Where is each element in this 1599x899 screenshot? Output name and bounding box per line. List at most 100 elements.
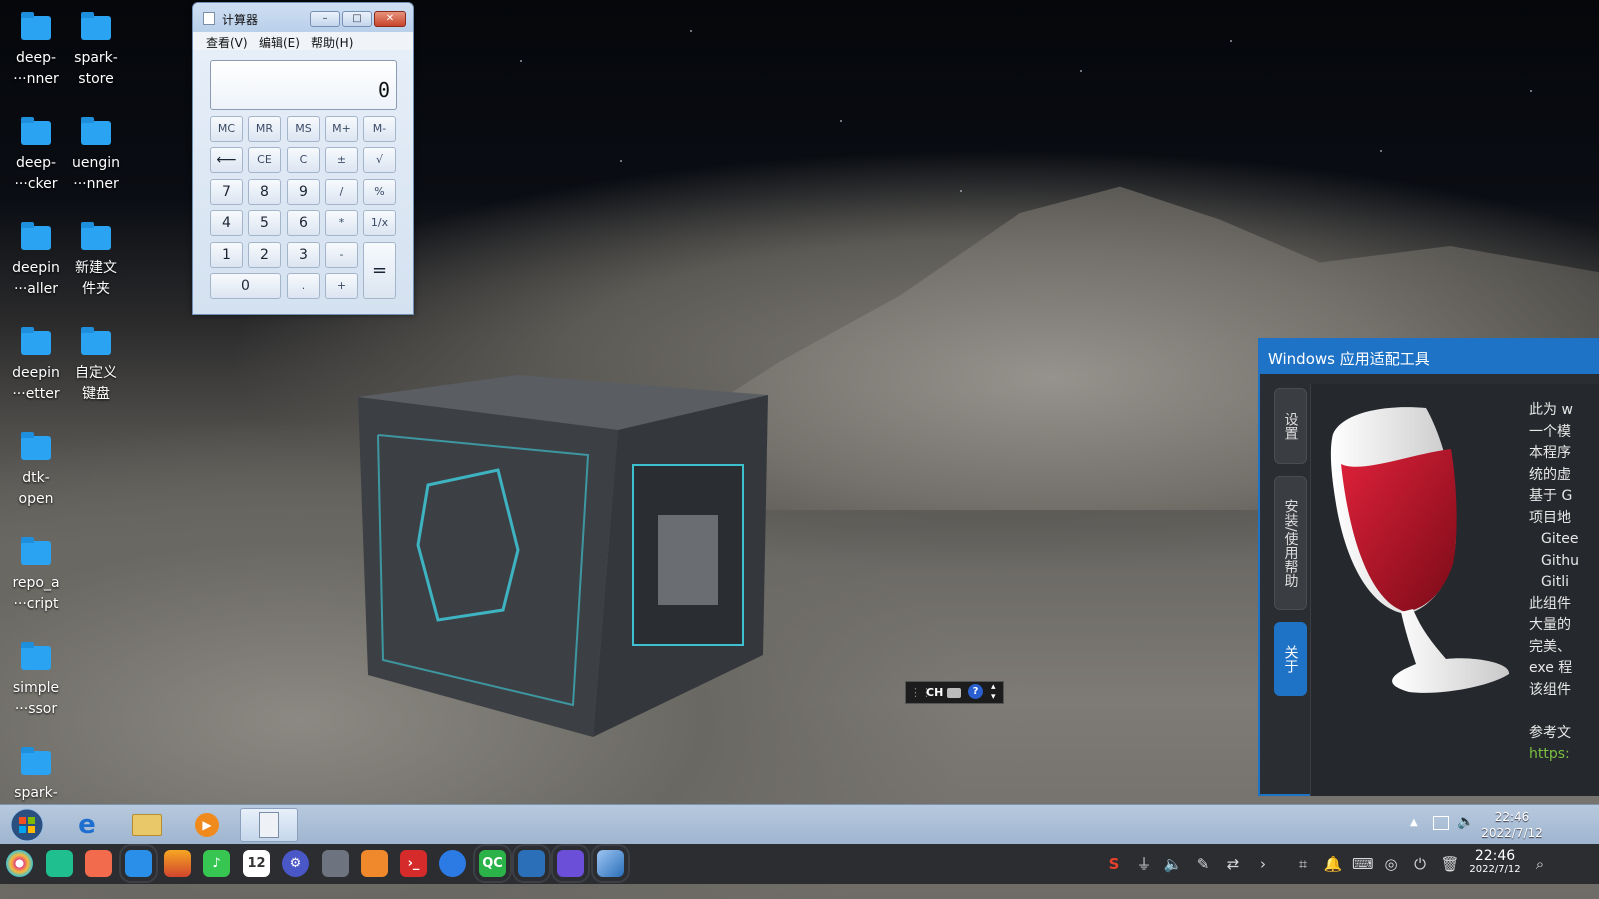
calculator-taskbar-icon[interactable] [240, 808, 298, 842]
system-monitor-icon[interactable] [512, 844, 551, 883]
desktop-icon-repo-script[interactable]: repo_a ···cript [4, 537, 68, 615]
clear-button[interactable]: C [287, 147, 320, 173]
m-minus-button[interactable]: M- [363, 116, 396, 142]
digit-7-button[interactable]: 7 [210, 179, 243, 205]
search-icon[interactable]: ⌕ [1530, 854, 1550, 874]
dock-clock[interactable]: 22:46 2022/7/12 [1462, 848, 1528, 876]
digit-4-button[interactable]: 4 [210, 210, 243, 236]
desktop-icon-spark-store[interactable]: spark- store [64, 12, 128, 90]
plus-minus-button[interactable]: ± [325, 147, 358, 173]
trash-icon[interactable]: 🗑 [1440, 854, 1460, 874]
digit-1-button[interactable]: 1 [210, 242, 243, 268]
search-app-icon[interactable] [551, 844, 590, 883]
tray-clock[interactable]: 22:46 2022/7/12 [1477, 809, 1547, 841]
desktop-icon-custom-keyboard[interactable]: 自定义 键盘 [64, 327, 128, 405]
network-status-icon[interactable]: ◎ [1381, 854, 1401, 874]
backspace-button[interactable]: ⟵ [210, 147, 243, 173]
keyboard-icon[interactable] [947, 688, 961, 698]
tab-install-help[interactable]: 安装/使用帮助 [1274, 476, 1307, 610]
show-hidden-icons-icon[interactable]: ▲ [1410, 817, 1418, 828]
mr-button[interactable]: MR [248, 116, 281, 142]
power-icon[interactable]: ⏻ [1410, 854, 1430, 874]
github-link[interactable]: Githu [1529, 551, 1599, 573]
usb-icon[interactable]: ⏚ [1134, 854, 1154, 874]
close-button[interactable]: ✕ [374, 11, 406, 27]
digit-6-button[interactable]: 6 [287, 210, 320, 236]
terminal-icon[interactable]: ›_ [400, 850, 427, 877]
digit-2-button[interactable]: 2 [248, 242, 281, 268]
ms-button[interactable]: MS [287, 116, 320, 142]
plus-button[interactable]: + [325, 273, 358, 299]
mc-button[interactable]: MC [210, 116, 243, 142]
network-icon[interactable] [1433, 816, 1449, 830]
about-text-line: exe 程 [1529, 660, 1573, 676]
menu-view[interactable]: 查看(V) [206, 34, 248, 51]
settings-gear-icon[interactable]: ⚙ [282, 850, 309, 877]
reciprocal-button[interactable]: 1/x [363, 210, 396, 236]
desktop-icon-simple-compressor[interactable]: simple ···ssor [4, 642, 68, 720]
volume-icon[interactable]: 🔈 [1457, 814, 1474, 830]
media-player-icon[interactable]: ▶ [180, 808, 234, 842]
about-text-line: 统的虚 [1529, 466, 1571, 483]
minimize-button[interactable]: – [310, 11, 340, 27]
options-arrow-icon[interactable]: ▴ ▾ [991, 682, 996, 702]
transfer-icon[interactable]: ⇄ [1223, 854, 1243, 874]
desktop-icon-deep-runner[interactable]: deep- ···nner [4, 12, 68, 90]
desktop-icon-deep-docker[interactable]: deep- ···cker [4, 117, 68, 195]
decimal-button[interactable]: . [287, 273, 320, 299]
wine-titlebar[interactable]: Windows 应用适配工具 [1260, 340, 1599, 374]
tab-about[interactable]: 关于 [1274, 622, 1307, 696]
windows-compat-icon[interactable] [591, 844, 630, 883]
percent-button[interactable]: % [363, 179, 396, 205]
camera-icon[interactable] [322, 850, 349, 877]
maximize-button[interactable]: □ [342, 11, 372, 27]
desktop-icon-deepin-setter[interactable]: deepin ···etter [4, 327, 68, 405]
calendar-icon[interactable]: 12 [243, 850, 270, 877]
music-icon[interactable]: ♪ [203, 850, 230, 877]
digit-0-button[interactable]: 0 [210, 273, 281, 299]
desktop-icon-new-folder[interactable]: 新建文 件夹 [64, 222, 128, 300]
multitask-view-icon[interactable] [46, 850, 73, 877]
menu-help[interactable]: 帮助(H) [311, 34, 353, 51]
divide-button[interactable]: / [325, 179, 358, 205]
m-plus-button[interactable]: M+ [325, 116, 358, 142]
crop-icon[interactable]: ⌗ [1293, 854, 1313, 874]
internet-explorer-icon[interactable]: e [60, 808, 114, 842]
sogou-input-icon[interactable]: S [1104, 854, 1124, 874]
equals-button[interactable]: = [363, 242, 396, 299]
browser-icon[interactable] [439, 850, 466, 877]
desktop-icon-deepin-installer[interactable]: deepin ···aller [4, 222, 68, 300]
clear-entry-button[interactable]: CE [248, 147, 281, 173]
chevron-right-icon[interactable]: › [1253, 854, 1273, 874]
gitlink-link[interactable]: Gitli [1529, 572, 1599, 594]
sound-icon[interactable]: 🔈 [1163, 854, 1183, 874]
minus-button[interactable]: - [325, 242, 358, 268]
reference-link[interactable]: https: [1529, 744, 1599, 766]
image-viewer-icon[interactable] [164, 850, 191, 877]
file-manager-icon[interactable] [119, 844, 158, 883]
file-explorer-icon[interactable] [120, 808, 174, 842]
digit-8-button[interactable]: 8 [248, 179, 281, 205]
square-root-button[interactable]: √ [363, 147, 396, 173]
launcher-icon[interactable] [6, 850, 33, 877]
digit-3-button[interactable]: 3 [287, 242, 320, 268]
start-button[interactable] [0, 808, 54, 842]
multiply-button[interactable]: * [325, 210, 358, 236]
desktop-icon-uengine-runner[interactable]: uengin ···nner [64, 117, 128, 195]
ime-mode-label[interactable]: CH [926, 686, 943, 699]
digit-5-button[interactable]: 5 [248, 210, 281, 236]
archive-manager-icon[interactable] [361, 850, 388, 877]
menu-edit[interactable]: 编辑(E) [259, 34, 300, 51]
gitee-link[interactable]: Gitee [1529, 529, 1599, 551]
keyboard-layout-icon[interactable]: ⌨ [1352, 854, 1374, 874]
help-icon[interactable]: ? [968, 684, 983, 699]
qc-app-icon[interactable]: QC [473, 844, 512, 883]
desktop-icon-dtk-open[interactable]: dtk- open [4, 432, 68, 510]
tab-settings[interactable]: 设置 [1274, 388, 1307, 464]
digit-9-button[interactable]: 9 [287, 179, 320, 205]
app-store-icon[interactable] [85, 850, 112, 877]
notification-bell-icon[interactable]: 🔔 [1323, 854, 1343, 874]
desktop-icon-spark[interactable]: spark- [4, 747, 68, 804]
screenshot-pen-icon[interactable]: ✎ [1193, 854, 1213, 874]
calculator-titlebar[interactable]: 计算器 – □ ✕ [193, 3, 413, 32]
